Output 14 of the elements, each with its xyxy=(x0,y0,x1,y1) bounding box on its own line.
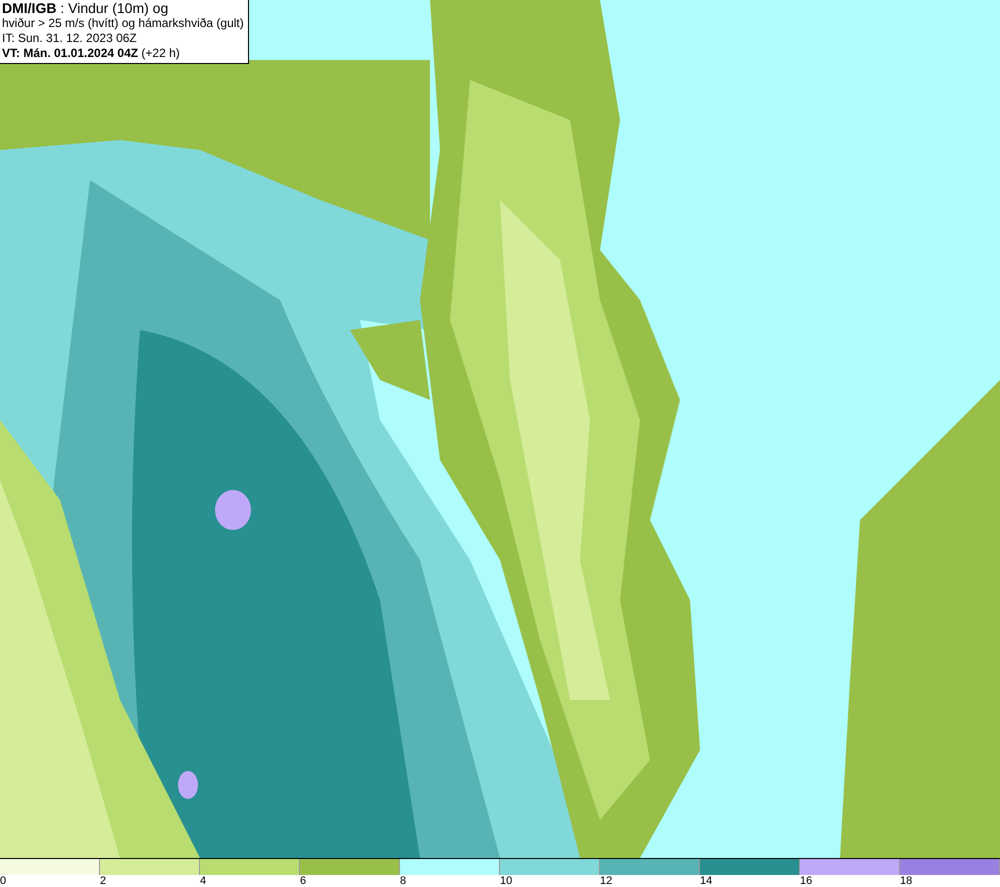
legend-tick-label: 10 xyxy=(500,875,512,887)
title-line: VT: Mán. 01.01.2024 04Z (+22 h) xyxy=(2,46,181,61)
title-line: hviður > 25 m/s (hvítt) og hámarkshviða (gult) xyxy=(2,16,244,31)
legend-tick-label: 2 xyxy=(100,875,106,887)
legend-tick-label: 18 xyxy=(900,875,912,887)
title-line: DMI/IGB : Vindur (10m) og xyxy=(2,1,170,16)
legend-tick-label: 8 xyxy=(400,875,406,887)
legend-tick-label: 16 xyxy=(800,875,812,887)
title-line: IT: Sun. 31. 12. 2023 06Z xyxy=(2,31,138,46)
legend-tick-label: 6 xyxy=(300,875,306,887)
legend-tick-label: 14 xyxy=(700,875,712,887)
legend-tick-label: 0 xyxy=(0,875,6,887)
legend-tick-label: 4 xyxy=(200,875,206,887)
legend-tick-label: 12 xyxy=(600,875,612,887)
